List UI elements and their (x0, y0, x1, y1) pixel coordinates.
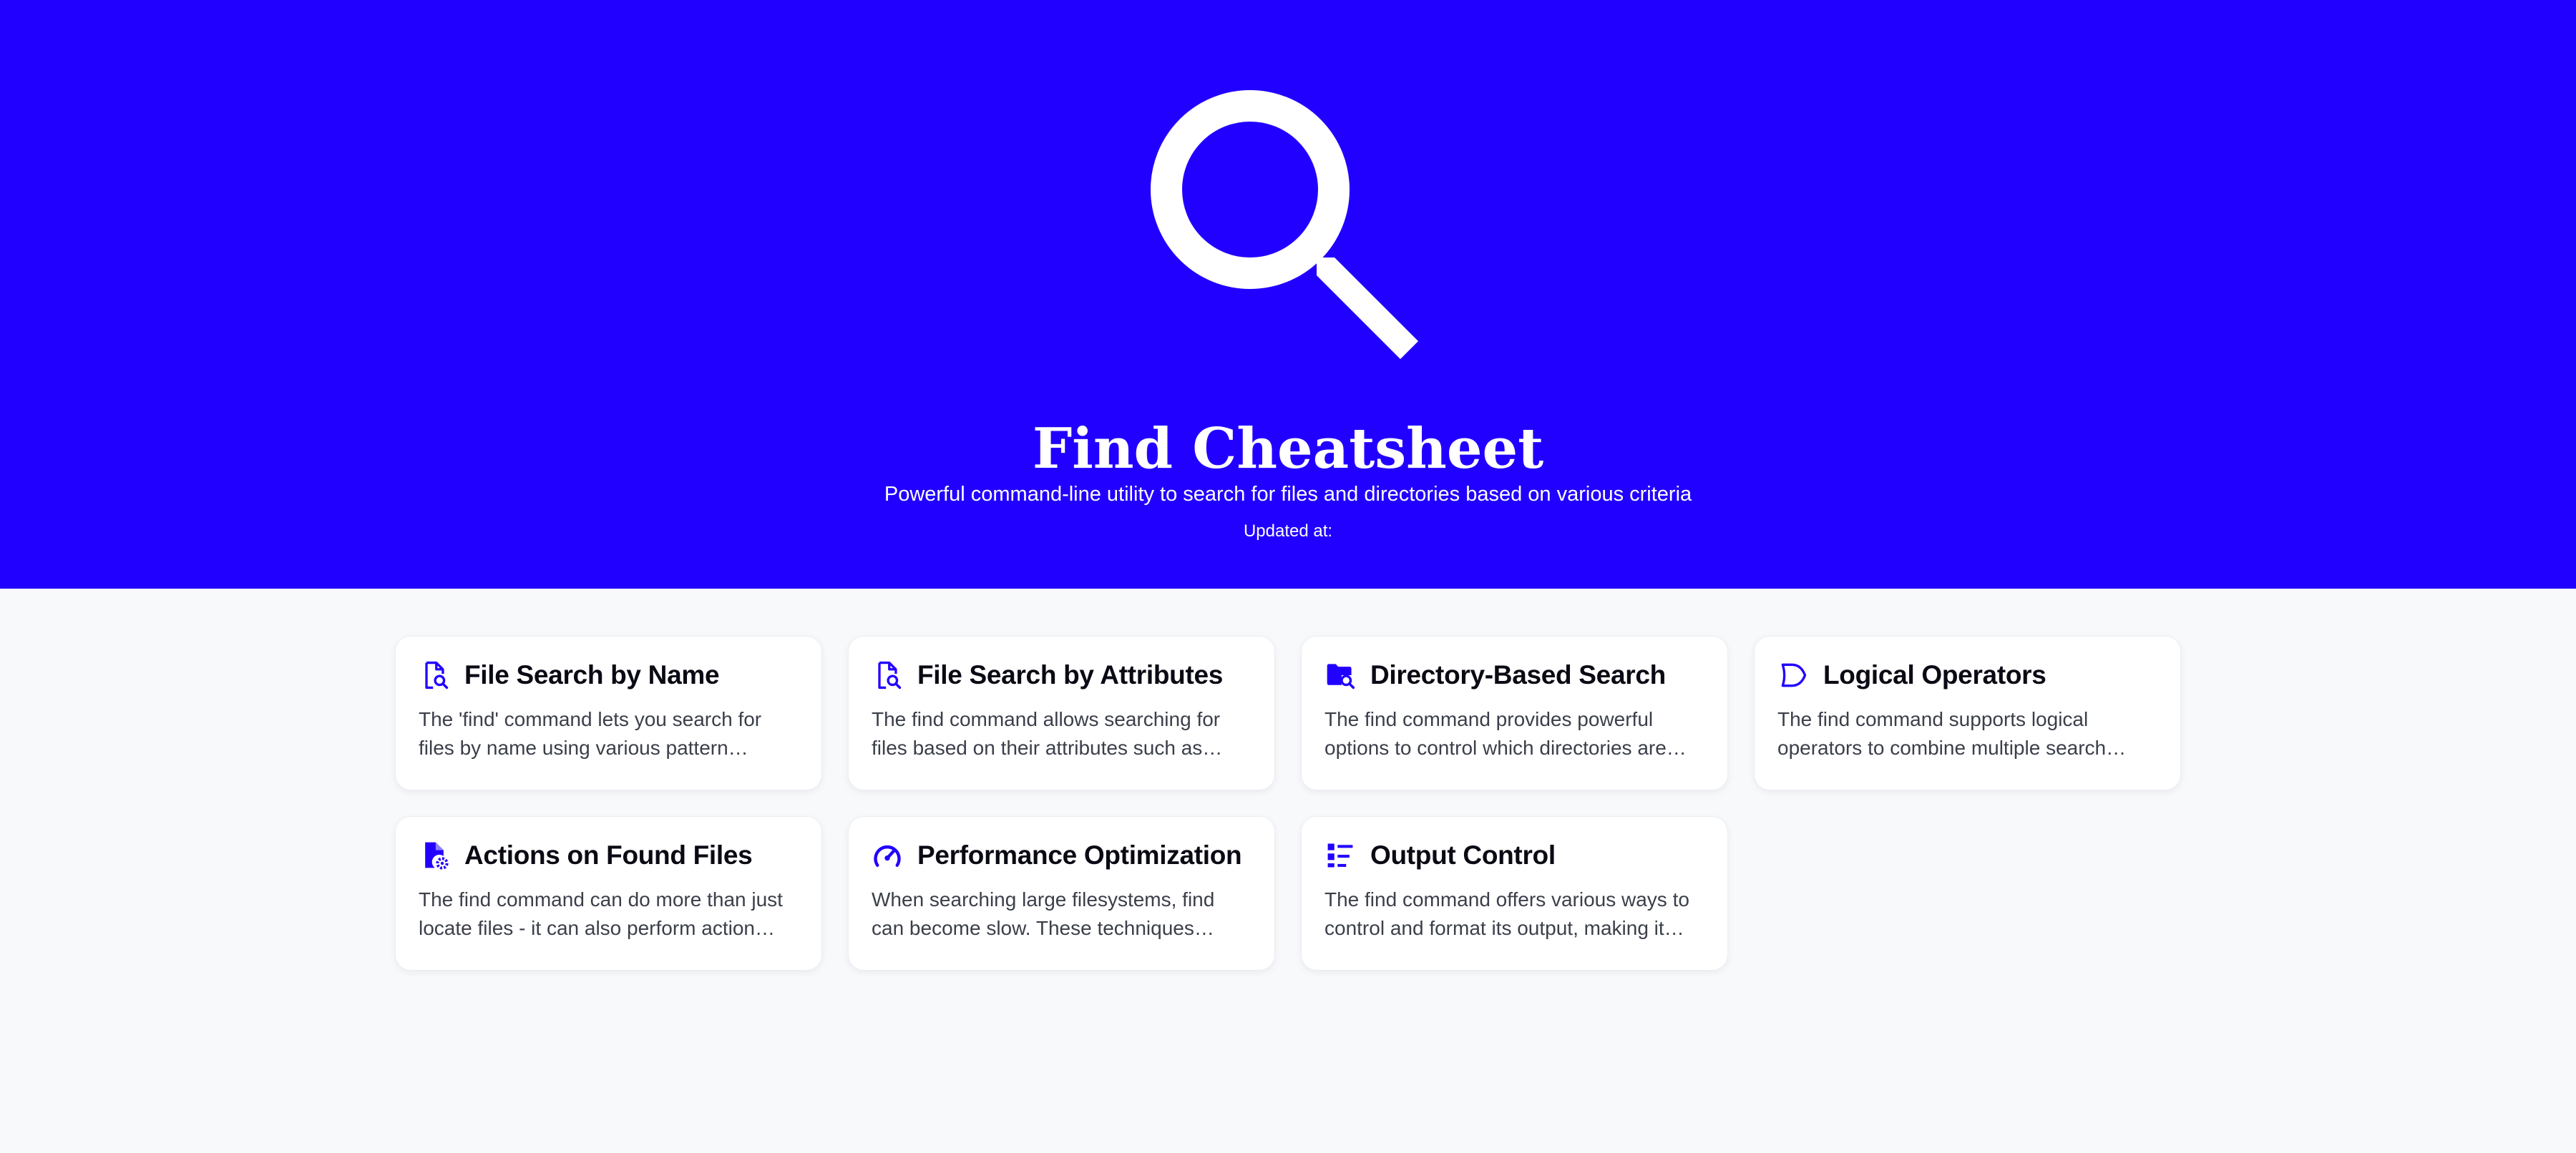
card-title: Logical Operators (1823, 660, 2046, 690)
card-title: Output Control (1370, 840, 1556, 870)
card-header: Output Control (1324, 838, 1704, 873)
speedometer-icon (872, 840, 903, 871)
card-header: Actions on Found Files (419, 838, 799, 873)
card-header: Directory-Based Search (1324, 658, 1704, 692)
card-file-search-by-attributes[interactable]: File Search by Attributes The find comma… (848, 636, 1275, 790)
card-header: Logical Operators (1777, 658, 2157, 692)
card-description: The find command can do more than just l… (419, 888, 783, 939)
card-description: The find command offers various ways to … (1324, 888, 1689, 939)
card-title: Actions on Found Files (464, 840, 753, 870)
list-format-icon (1324, 840, 1356, 871)
page-subtitle: Powerful command-line utility to search … (884, 483, 1692, 506)
page-title: Find Cheatsheet (1032, 416, 1544, 481)
card-header: Performance Optimization (872, 838, 1252, 873)
card-description: The 'find' command lets you search for f… (419, 708, 762, 759)
card-description: The find command supports logical operat… (1777, 708, 2127, 759)
card-file-search-by-name[interactable]: File Search by Name The 'find' command l… (395, 636, 822, 790)
card-description: The find command provides powerful optio… (1324, 708, 1687, 759)
logic-gate-icon (1777, 659, 1809, 691)
magnifying-glass-icon (1145, 89, 1420, 365)
file-search-icon (419, 659, 450, 691)
card-description: When searching large filesystems, find c… (872, 888, 1215, 939)
updated-at-label: Updated at: (1243, 521, 1333, 541)
hero-banner: Find Cheatsheet Powerful command-line ut… (0, 0, 2576, 589)
file-settings-icon (419, 840, 450, 871)
card-header: File Search by Attributes (872, 658, 1252, 692)
folder-search-icon (1324, 659, 1356, 691)
card-description: The find command allows searching for fi… (872, 708, 1223, 759)
card-title: File Search by Attributes (917, 660, 1224, 690)
card-actions-on-found-files[interactable]: Actions on Found Files The find command … (395, 816, 822, 971)
card-directory-based-search[interactable]: Directory-Based Search The find command … (1301, 636, 1728, 790)
card-logical-operators[interactable]: Logical Operators The find command suppo… (1754, 636, 2181, 790)
card-output-control[interactable]: Output Control The find command offers v… (1301, 816, 1728, 971)
card-title: File Search by Name (464, 660, 720, 690)
card-title: Directory-Based Search (1370, 660, 1666, 690)
card-title: Performance Optimization (917, 840, 1242, 870)
card-performance-optimization[interactable]: Performance Optimization When searching … (848, 816, 1275, 971)
file-search-icon (872, 659, 903, 691)
card-header: File Search by Name (419, 658, 799, 692)
cheatsheet-card-grid: File Search by Name The 'find' command l… (395, 636, 2181, 971)
